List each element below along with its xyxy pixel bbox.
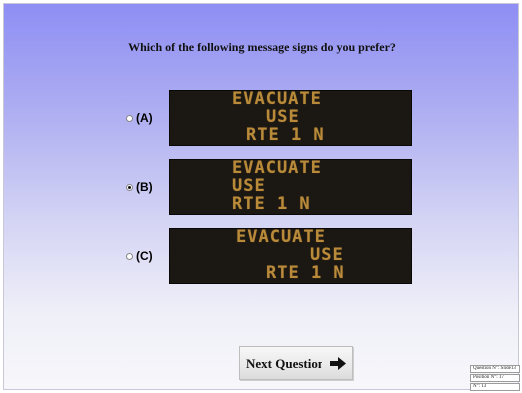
- radio-button-a[interactable]: [126, 114, 133, 122]
- option-b-label[interactable]: (B): [136, 180, 153, 194]
- sign-a-line-1: EVACUATE: [232, 90, 322, 109]
- sign-c-line-1: EVACUATE: [236, 228, 326, 247]
- option-a-label[interactable]: (A): [136, 111, 153, 125]
- option-c-label[interactable]: (C): [136, 249, 153, 263]
- option-b-selector[interactable]: (B): [126, 159, 168, 215]
- next-question-label[interactable]: Next Question: [246, 356, 322, 372]
- option-a-selector[interactable]: (A): [126, 90, 168, 146]
- arrow-right-icon[interactable]: [330, 357, 346, 370]
- next-question-button[interactable]: Next Question: [239, 346, 353, 380]
- item-number-box: N°: 13: [470, 383, 520, 391]
- sign-b-line-3: RTE 1 N: [232, 194, 311, 214]
- position-number-box: Position N°: 17: [470, 374, 520, 382]
- survey-slide: Which of the following message signs do …: [3, 3, 519, 390]
- message-sign-a: EVACUATE USE RTE 1 N: [169, 90, 412, 146]
- question-text: Which of the following message signs do …: [128, 40, 396, 54]
- sign-a-line-2: USE: [266, 107, 300, 127]
- sign-b-line-1: EVACUATE: [232, 159, 322, 178]
- radio-button-b[interactable]: [126, 183, 133, 191]
- sign-b-line-2: USE: [232, 176, 266, 196]
- sign-c-line-3: RTE 1 N: [266, 263, 345, 283]
- radio-button-c[interactable]: [126, 252, 133, 260]
- message-sign-b: EVACUATE USE RTE 1 N: [169, 159, 412, 215]
- sign-a-line-3: RTE 1 N: [246, 125, 325, 145]
- question-number-box: Question N°: Slide13: [470, 365, 520, 373]
- message-sign-c: EVACUATE USE RTE 1 N: [169, 228, 412, 284]
- option-c-selector[interactable]: (C): [126, 228, 168, 284]
- sign-c-line-2: USE: [310, 245, 344, 265]
